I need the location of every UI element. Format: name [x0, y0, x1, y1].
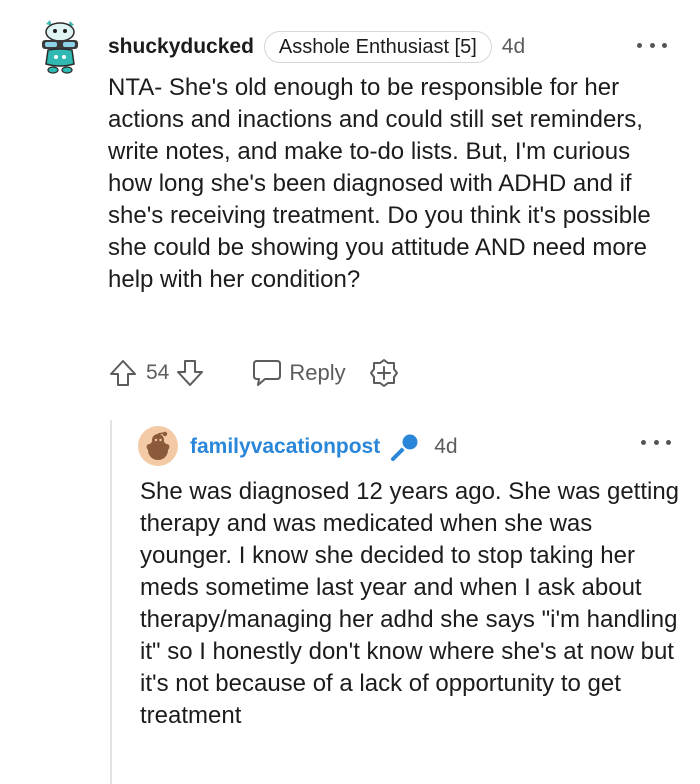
comment-actions: 54 Reply: [108, 356, 400, 390]
more-options-icon[interactable]: [641, 437, 671, 447]
reply-age: 4d: [434, 435, 458, 458]
comment-thread: shuckyducked Asshole Enthusiast [5] 4d N…: [0, 0, 700, 784]
vote-score: 54: [146, 361, 170, 384]
upvote-icon[interactable]: [108, 358, 138, 388]
snoo-avatar-icon[interactable]: [138, 426, 178, 466]
comment-age: 4d: [501, 35, 526, 58]
comment-header: shuckyducked Asshole Enthusiast [5] 4d: [108, 30, 525, 64]
award-icon[interactable]: [368, 357, 400, 389]
reply-label: Reply: [289, 360, 346, 385]
reply-header: familyvacationpost 4d: [190, 430, 458, 464]
comment-author[interactable]: shuckyducked: [108, 35, 254, 59]
thread-line[interactable]: [110, 420, 112, 784]
more-options-icon[interactable]: [637, 40, 667, 50]
reply-icon: [253, 360, 282, 386]
downvote-icon[interactable]: [175, 358, 205, 388]
snoo-avatar-icon[interactable]: [36, 18, 84, 76]
reply-body: She was diagnosed 12 years ago. She was …: [140, 478, 680, 729]
user-flair: Asshole Enthusiast [5]: [263, 31, 492, 63]
reply-author[interactable]: familyvacationpost: [190, 435, 380, 459]
microphone-icon: [391, 434, 418, 461]
reply-button[interactable]: Reply: [251, 358, 346, 388]
comment-body: NTA- She's old enough to be responsible …: [108, 74, 651, 293]
